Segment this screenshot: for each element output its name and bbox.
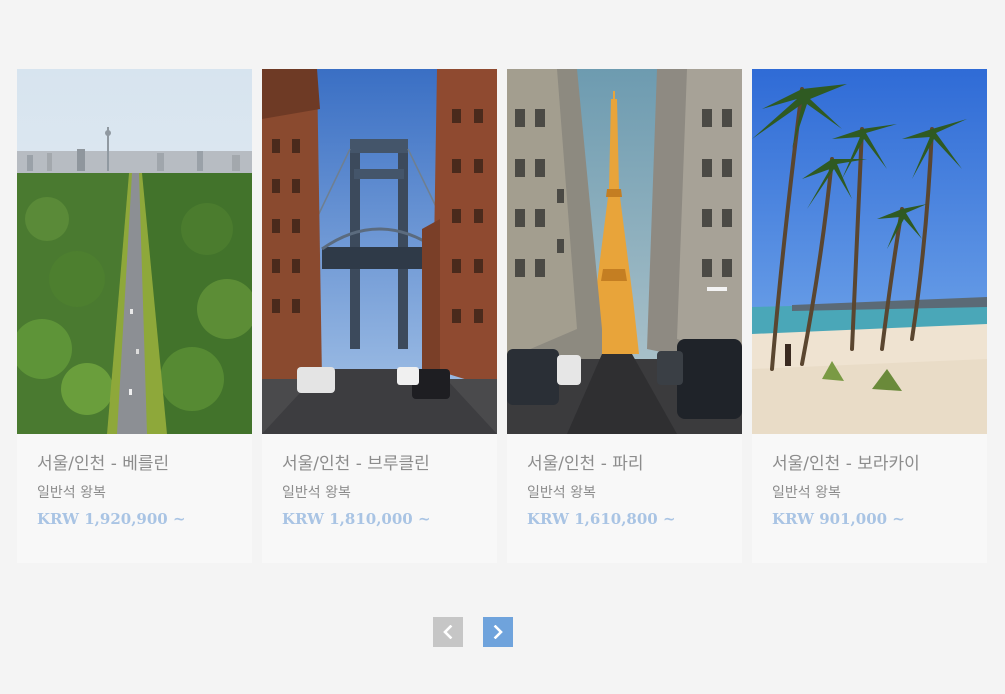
card-fare-type: 일반석 왕복: [527, 485, 596, 501]
chevron-left-icon: [443, 625, 453, 639]
destination-carousel: 서울/인천 - 베를린 일반석 왕복 KRW 1,920,900 ~ 서울/인천…: [17, 69, 987, 563]
prev-button[interactable]: [433, 617, 463, 647]
card-title: 서울/인천 - 브루클린: [282, 454, 430, 474]
next-button[interactable]: [483, 617, 513, 647]
berlin-forest-avenue-photo: [17, 69, 252, 434]
card-fare-type: 일반석 왕복: [772, 485, 841, 501]
destination-card-brooklyn[interactable]: 서울/인천 - 브루클린 일반석 왕복 KRW 1,810,000 ~: [262, 69, 497, 563]
brooklyn-manhattan-bridge-photo: [262, 69, 497, 434]
card-price: KRW 1,610,800 ~: [527, 510, 676, 528]
card-price: KRW 1,810,000 ~: [282, 510, 431, 528]
boracay-palm-beach-photo: [752, 69, 987, 434]
card-title: 서울/인천 - 파리: [527, 454, 644, 474]
destination-card-boracay[interactable]: 서울/인천 - 보라카이 일반석 왕복 KRW 901,000 ~: [752, 69, 987, 563]
paris-eiffel-tower-street-photo: [507, 69, 742, 434]
chevron-right-icon: [493, 625, 503, 639]
destination-card-berlin[interactable]: 서울/인천 - 베를린 일반석 왕복 KRW 1,920,900 ~: [17, 69, 252, 563]
destination-card-paris[interactable]: 서울/인천 - 파리 일반석 왕복 KRW 1,610,800 ~: [507, 69, 742, 563]
card-fare-type: 일반석 왕복: [282, 485, 351, 501]
card-title: 서울/인천 - 보라카이: [772, 454, 920, 474]
card-price: KRW 901,000 ~: [772, 510, 905, 528]
card-fare-type: 일반석 왕복: [37, 485, 106, 501]
card-title: 서울/인천 - 베를린: [37, 454, 170, 474]
card-price: KRW 1,920,900 ~: [37, 510, 186, 528]
